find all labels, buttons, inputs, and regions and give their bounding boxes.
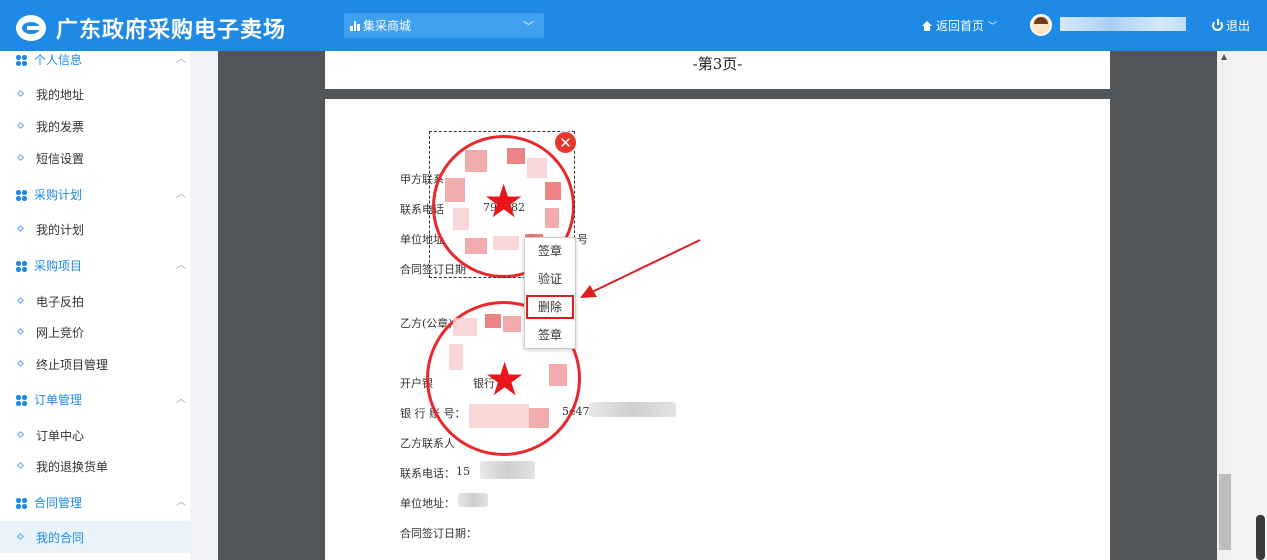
arrow-line (591, 239, 701, 293)
document-scroll-thumb[interactable] (1219, 474, 1231, 550)
page-scroll-thumb[interactable] (1256, 515, 1265, 560)
annotation-arrow (580, 239, 701, 298)
page-scrollbar[interactable] (1248, 51, 1267, 560)
scroll-up-icon[interactable]: ▲ (1221, 52, 1227, 61)
